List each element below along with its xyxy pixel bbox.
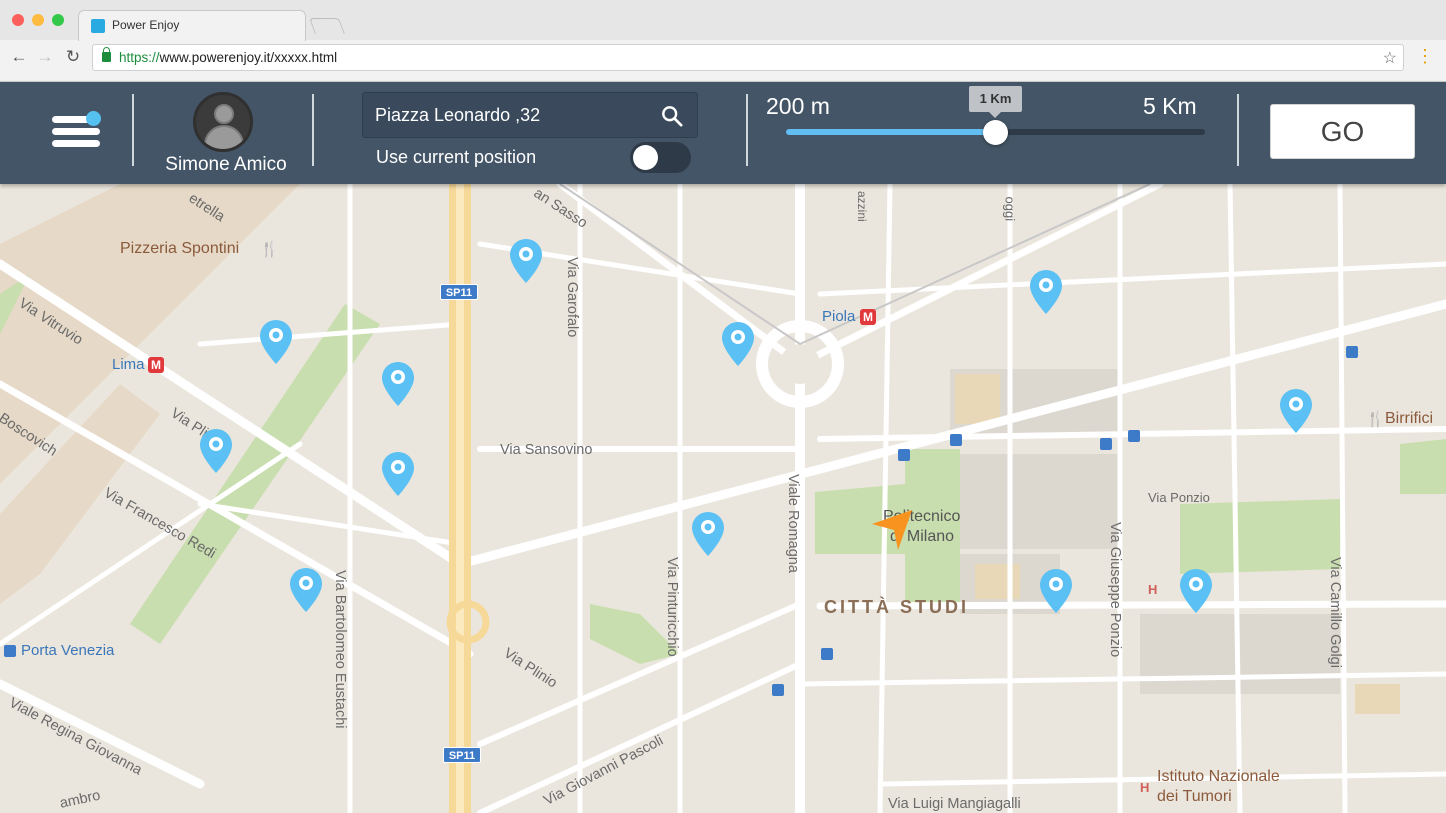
use-current-position-label: Use current position [376, 147, 537, 167]
district-label: CITTÀ STUDI [824, 597, 969, 617]
app-header: Simone Amico Use current position 200 m … [0, 82, 1446, 184]
street-label: Via Pinturicchio [664, 557, 680, 657]
street-label: Via Sansovino [500, 442, 593, 458]
bus-stop-icon [772, 684, 784, 696]
tab-title: Power Enjoy [112, 18, 180, 32]
avatar[interactable] [193, 92, 253, 152]
toggle-knob [633, 145, 658, 170]
minimize-window-button[interactable] [32, 14, 44, 26]
map[interactable]: Via Vitruvio Via Plinio Boscovich Via Fr… [0, 184, 1446, 813]
range-value-tooltip: 1 Km [969, 86, 1022, 118]
fork-knife-icon: 🍴 [260, 241, 279, 258]
forward-arrow-icon[interactable]: → [34, 46, 56, 68]
divider [132, 94, 134, 166]
poi-piola-label[interactable]: Piola [822, 308, 855, 325]
back-arrow-icon[interactable]: ← [8, 46, 30, 68]
poi-birrifici-label[interactable]: Birrifici [1385, 410, 1433, 428]
poi-istituto-label-2: dei Tumori [1157, 788, 1232, 805]
poi-porta-venezia-label[interactable]: Porta Venezia [21, 642, 114, 659]
metro-icon: M [148, 357, 164, 373]
poi-istituto-label[interactable]: Istituto Nazionale [1157, 768, 1280, 786]
street-label: Via Garofalo [564, 257, 580, 338]
street-label: Viale Romagna [785, 474, 801, 573]
street-label: Via Camillo Golgi [1327, 557, 1343, 668]
street-label: azzini [855, 191, 869, 222]
map-pin-icon[interactable] [1278, 387, 1314, 435]
current-location-arrow-icon [872, 510, 912, 550]
notification-dot [86, 111, 101, 126]
bookmark-star-icon[interactable]: ☆ [1383, 48, 1397, 68]
divider [1237, 94, 1239, 166]
address-search-input[interactable] [375, 105, 645, 126]
hospital-icon: H [1148, 582, 1158, 597]
map-pin-icon[interactable] [690, 510, 726, 558]
map-pin-icon[interactable] [198, 427, 234, 475]
map-pin-icon[interactable] [1038, 567, 1074, 615]
reload-icon[interactable]: ↻ [62, 46, 84, 68]
fork-knife-icon: 🍴 [1366, 411, 1385, 428]
browser-menu-icon[interactable]: ⋮ [1416, 46, 1434, 68]
street-label: Via Bartolomeo Eustachi [332, 570, 348, 729]
map-pin-icon[interactable] [288, 566, 324, 614]
street-label: Via Ponzio [1148, 490, 1210, 505]
close-window-button[interactable] [12, 14, 24, 26]
maximize-window-button[interactable] [52, 14, 64, 26]
address-bar[interactable]: https://www.powerenjoy.it/xxxxx.html ☆ [92, 44, 1404, 71]
metro-icon: M [860, 309, 876, 325]
range-max-label: 5 Km [1143, 93, 1197, 119]
go-button[interactable]: GO [1270, 104, 1415, 159]
road-shield: SP11 [440, 284, 478, 300]
map-pin-icon[interactable] [258, 318, 294, 366]
use-current-position-toggle[interactable] [630, 142, 691, 173]
map-pin-icon[interactable] [380, 360, 416, 408]
bus-stop-icon [1128, 430, 1140, 442]
browser-tab[interactable]: Power Enjoy [78, 10, 306, 41]
train-icon [4, 645, 16, 657]
range-min-label: 200 m [766, 93, 830, 119]
browser-chrome: Power Enjoy ← → ↻ https://www.powerenjoy… [0, 0, 1446, 82]
divider [746, 94, 748, 166]
hospital-icon: H [1140, 780, 1150, 795]
map-pin-icon[interactable] [1028, 268, 1064, 316]
range-slider-thumb[interactable] [983, 120, 1008, 145]
map-base [0, 184, 1446, 813]
street-label: Via Luigi Mangiagalli [888, 796, 1021, 812]
poi-pizzeria-label[interactable]: Pizzeria Spontini [120, 240, 239, 258]
new-tab-button[interactable] [309, 18, 345, 34]
search-box [362, 92, 698, 138]
map-pin-icon[interactable] [1178, 567, 1214, 615]
bus-stop-icon [1346, 346, 1358, 358]
street-label: Via Giuseppe Ponzio [1107, 522, 1123, 658]
map-pin-icon[interactable] [508, 237, 544, 285]
bus-stop-icon [950, 434, 962, 446]
map-pin-icon[interactable] [720, 320, 756, 368]
user-name: Simone Amico [165, 154, 287, 175]
favicon-icon [91, 19, 105, 33]
map-pin-icon[interactable] [380, 450, 416, 498]
url-text: https://www.powerenjoy.it/xxxxx.html [119, 50, 338, 65]
menu-icon[interactable] [52, 111, 102, 152]
lock-icon [102, 47, 111, 62]
bus-stop-icon [1100, 438, 1112, 450]
range-slider-fill [786, 129, 996, 135]
bus-stop-icon [821, 648, 833, 660]
tab-bar: Power Enjoy [0, 0, 1446, 41]
bus-stop-icon [898, 449, 910, 461]
poi-lima-label[interactable]: Lima [112, 356, 145, 373]
street-label: oggi [1002, 196, 1018, 222]
search-icon[interactable] [661, 105, 683, 127]
divider [312, 94, 314, 166]
road-shield: SP11 [443, 747, 481, 763]
